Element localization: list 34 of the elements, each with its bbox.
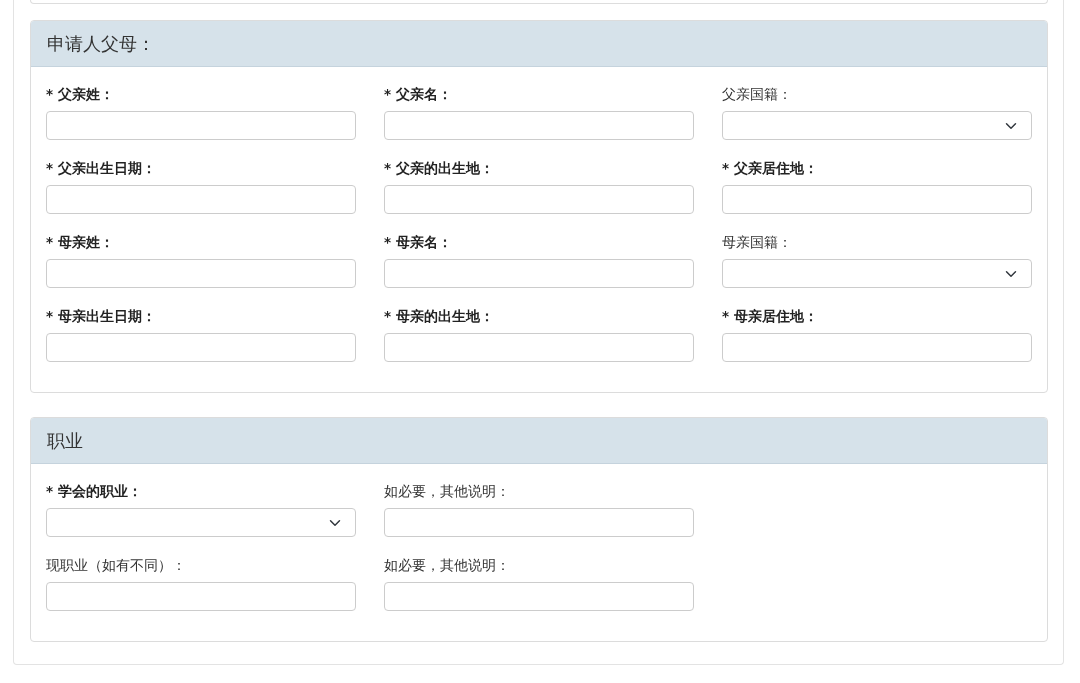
section-title: 申请人父母： [47, 32, 155, 55]
input-field[interactable] [384, 333, 694, 362]
input-field[interactable] [384, 185, 694, 214]
field-label: * 母亲名： [384, 233, 453, 252]
dropdown[interactable] [46, 508, 356, 537]
dropdown[interactable] [722, 259, 1032, 288]
dropdown[interactable] [722, 111, 1032, 140]
input-field[interactable] [722, 185, 1032, 214]
field-label: 如必要，其他说明： [384, 556, 511, 575]
field-label: * 父亲的出生地： [384, 159, 495, 178]
field-label: * 母亲姓： [46, 233, 115, 252]
input-field[interactable] [384, 582, 694, 611]
field-label: 如必要，其他说明： [384, 482, 511, 501]
field-label: * 学会的职业： [46, 482, 143, 501]
field-label: * 母亲居住地： [722, 307, 819, 326]
input-field[interactable] [384, 111, 694, 140]
field-label: 母亲国籍： [722, 233, 793, 252]
input-field[interactable] [384, 259, 694, 288]
field-label: 现职业（如有不同）： [46, 556, 187, 575]
input-field[interactable] [46, 333, 356, 362]
input-field[interactable] [46, 582, 356, 611]
input-field[interactable] [46, 185, 356, 214]
field-label: * 父亲姓： [46, 85, 115, 104]
field-label: * 父亲出生日期： [46, 159, 157, 178]
input-field[interactable] [384, 508, 694, 537]
field-label: * 父亲居住地： [722, 159, 819, 178]
input-field[interactable] [46, 259, 356, 288]
input-field[interactable] [722, 333, 1032, 362]
field-label: * 父亲名： [384, 85, 453, 104]
field-label: * 母亲的出生地： [384, 307, 495, 326]
field-label: 父亲国籍： [722, 85, 793, 104]
section-title: 职业 [47, 429, 83, 452]
input-field[interactable] [46, 111, 356, 140]
field-label: * 母亲出生日期： [46, 307, 157, 326]
